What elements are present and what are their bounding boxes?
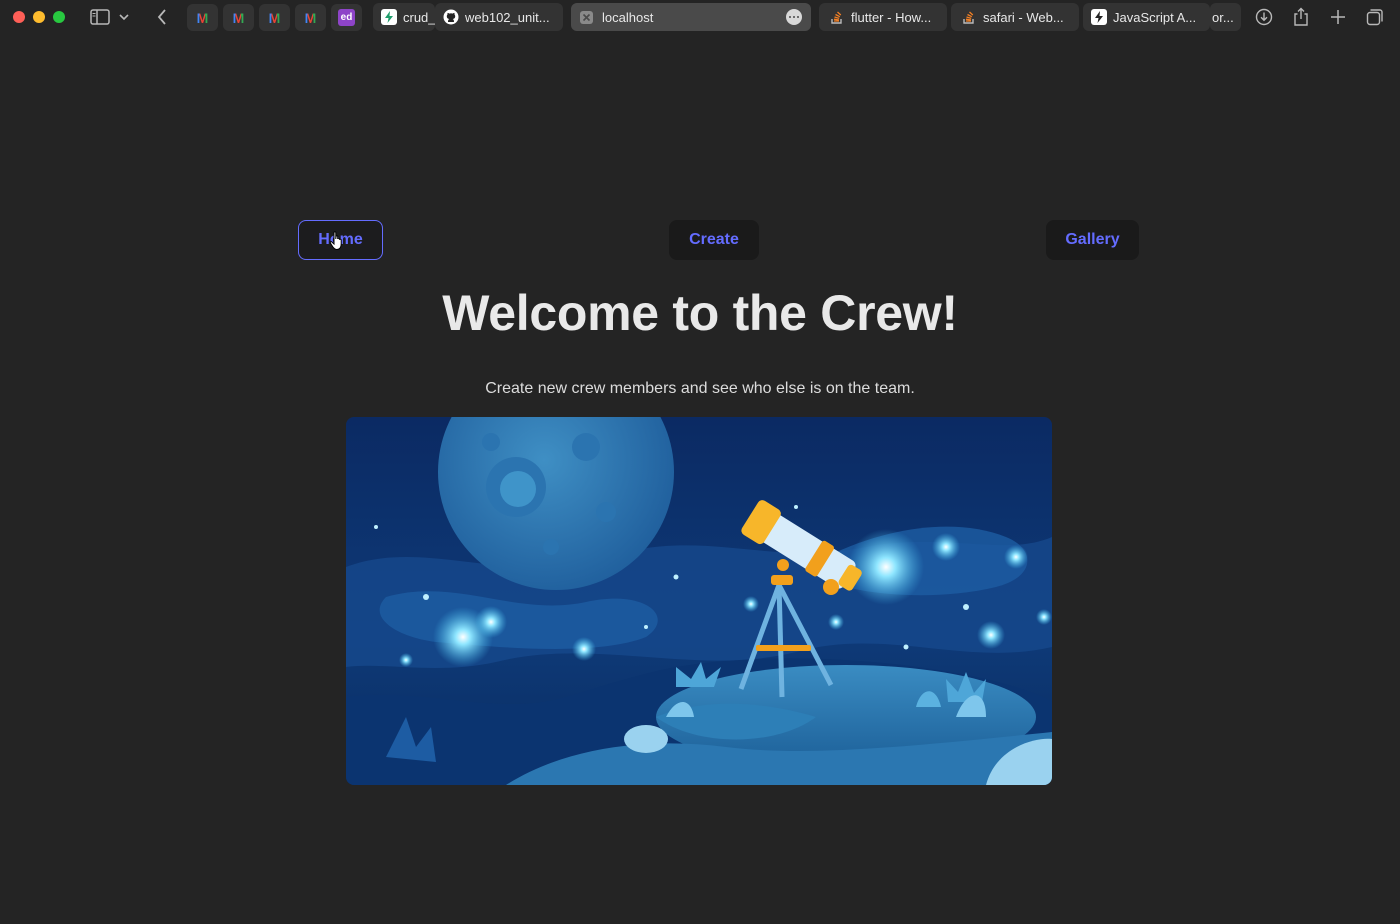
tab-web102[interactable]: web102_unit...: [435, 3, 563, 31]
pinned-tab-gmail[interactable]: M: [223, 4, 254, 31]
tab-label: crud_: [403, 9, 435, 25]
pinned-tab-gmail[interactable]: M: [259, 4, 290, 31]
gmail-icon: M: [196, 9, 209, 26]
tab-label: JavaScript A...: [1113, 9, 1197, 25]
nav-create-button[interactable]: Create: [669, 220, 759, 260]
close-icon[interactable]: [580, 10, 593, 24]
back-icon[interactable]: [150, 5, 174, 29]
pinned-tab-gmail[interactable]: M: [295, 4, 326, 31]
new-tab-icon[interactable]: [1326, 5, 1350, 29]
gmail-icon: M: [232, 9, 245, 26]
stackoverflow-icon: [829, 9, 845, 25]
tab-safari[interactable]: safari - Web...: [951, 3, 1079, 31]
window-close-button[interactable]: [13, 11, 25, 23]
tab-crud[interactable]: crud_: [373, 3, 435, 31]
ed-icon: ed: [338, 9, 355, 26]
bolt-icon: [381, 9, 397, 25]
nav-gallery-button[interactable]: Gallery: [1046, 220, 1139, 260]
tab-label: or...: [1212, 9, 1234, 25]
chevron-down-icon[interactable]: [116, 5, 132, 29]
gmail-icon: M: [268, 9, 281, 26]
stackoverflow-icon: [961, 9, 977, 25]
tab-label: web102_unit...: [465, 9, 550, 25]
bolt-icon: [1091, 9, 1107, 25]
tab-flutter[interactable]: flutter - How...: [819, 3, 947, 31]
hero-image: [346, 417, 1052, 785]
tab-overview-icon[interactable]: [1363, 5, 1387, 29]
window-minimize-button[interactable]: [33, 11, 45, 23]
pinned-tab-ed[interactable]: ed: [331, 4, 362, 31]
tab-label: localhost: [602, 9, 654, 25]
tab-javascript[interactable]: JavaScript A...: [1083, 3, 1210, 31]
tab-localhost[interactable]: localhost: [571, 3, 811, 31]
more-icon[interactable]: [786, 9, 802, 25]
pinned-tab-gmail[interactable]: M: [187, 4, 218, 31]
gmail-icon: M: [304, 9, 317, 26]
sidebar-toggle-icon[interactable]: [88, 5, 112, 29]
download-icon[interactable]: [1252, 5, 1276, 29]
window-maximize-button[interactable]: [53, 11, 65, 23]
page-subtitle: Create new crew members and see who else…: [485, 380, 915, 397]
browser-toolbar: M M M M ed crud_ web102_unit... localhos…: [0, 0, 1400, 34]
github-icon: [443, 9, 459, 25]
tab-overflow[interactable]: or...: [1210, 3, 1241, 31]
tab-label: flutter - How...: [851, 9, 932, 25]
share-icon[interactable]: [1289, 5, 1313, 29]
tab-label: safari - Web...: [983, 9, 1064, 25]
page-title: Welcome to the Crew!: [442, 285, 958, 341]
pointer-cursor-icon: [329, 231, 345, 256]
